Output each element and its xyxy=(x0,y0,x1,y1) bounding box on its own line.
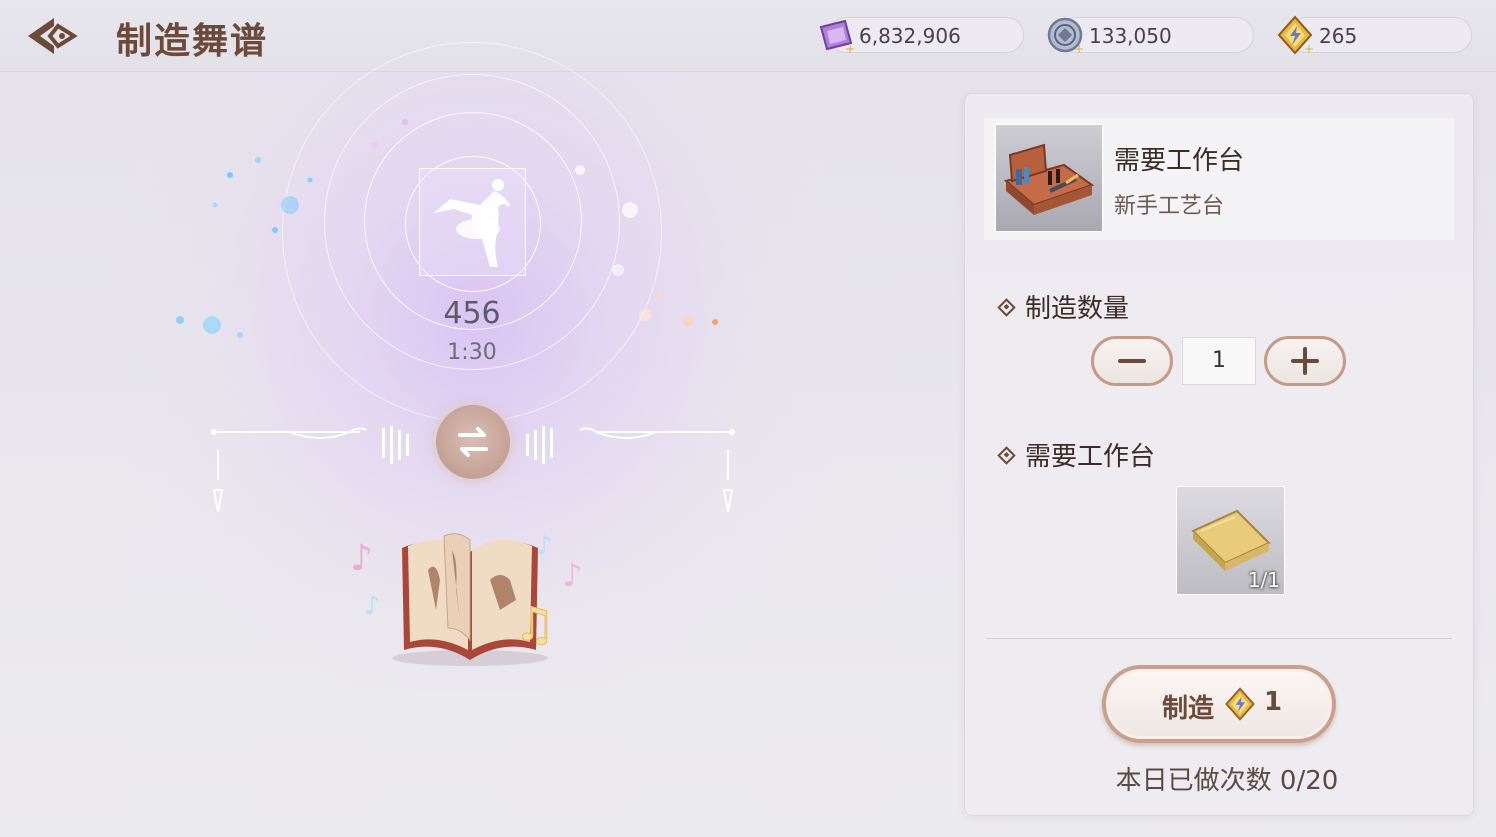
craft-button-label: 制造 xyxy=(1162,694,1215,724)
svg-text:♪: ♪ xyxy=(536,531,553,561)
page-title: 制造舞谱 xyxy=(116,20,269,62)
material-count: 1/1 xyxy=(1247,568,1280,592)
ballerina-icon xyxy=(434,179,510,267)
score-duration: 1:30 xyxy=(447,340,497,365)
daily-craft-count: 本日已做次数 0/20 xyxy=(1115,766,1339,796)
svg-text:+: + xyxy=(845,42,855,55)
dance-book-icon: ♪ ♪ ♪ ♪ ♫ xyxy=(350,531,582,666)
currency-ticket-value: 6,832,906 xyxy=(859,24,961,48)
svg-text:♪: ♪ xyxy=(562,556,582,594)
diamond-bullet-icon xyxy=(997,446,1016,465)
workbench-name: 新手工艺台 xyxy=(1114,194,1225,219)
increase-quantity-button[interactable] xyxy=(1264,336,1346,386)
energy-gem-icon xyxy=(1225,687,1255,721)
energy-gem-icon: + xyxy=(1277,15,1314,55)
workbench-thumbnail[interactable] xyxy=(995,124,1103,232)
materials-label: 需要工作台 xyxy=(997,436,1156,473)
left-ornament xyxy=(211,426,409,513)
svg-text:+: + xyxy=(1074,42,1084,55)
currency-coin[interactable]: + 133,050 xyxy=(1047,17,1254,55)
silver-coin-icon: + xyxy=(1047,17,1084,55)
back-button[interactable] xyxy=(24,14,80,58)
workbench-title: 需要工作台 xyxy=(1114,146,1245,176)
top-bar: 制造舞谱 + 6,832,906 + 133,050 + 265 xyxy=(0,0,1496,72)
quantity-label-text: 制造数量 xyxy=(1025,294,1130,324)
swap-button[interactable] xyxy=(436,405,510,479)
diamond-bullet-icon xyxy=(997,298,1016,317)
swap-arrows-icon xyxy=(458,427,488,457)
crafting-table-icon xyxy=(1003,143,1095,215)
currency-ticket[interactable]: + 6,832,906 xyxy=(819,17,1024,55)
minus-icon xyxy=(1118,359,1146,363)
craft-button[interactable]: 制造 1 xyxy=(1102,665,1336,743)
material-slot[interactable]: 1/1 xyxy=(1176,486,1285,595)
svg-text:♪: ♪ xyxy=(350,538,373,579)
svg-text:+: + xyxy=(1304,42,1314,55)
materials-label-text: 需要工作台 xyxy=(1025,442,1156,472)
score-number: 456 xyxy=(443,296,501,331)
svg-text:♪: ♪ xyxy=(364,591,381,621)
plus-icon xyxy=(1291,347,1319,375)
right-ornament xyxy=(526,426,735,513)
currency-energy[interactable]: + 265 xyxy=(1277,15,1472,55)
decrease-quantity-button[interactable] xyxy=(1091,336,1173,386)
dance-score-frame xyxy=(419,168,526,276)
quantity-label: 制造数量 xyxy=(997,288,1130,325)
currency-coin-value: 133,050 xyxy=(1089,24,1172,48)
panel-divider xyxy=(986,638,1452,639)
craft-cost: 1 xyxy=(1264,687,1283,717)
quantity-value[interactable]: 1 xyxy=(1182,337,1256,385)
svg-text:♫: ♫ xyxy=(514,597,555,651)
currency-energy-value: 265 xyxy=(1319,24,1358,48)
purple-ticket-icon: + xyxy=(819,19,855,55)
back-arrow-icon xyxy=(28,18,78,54)
